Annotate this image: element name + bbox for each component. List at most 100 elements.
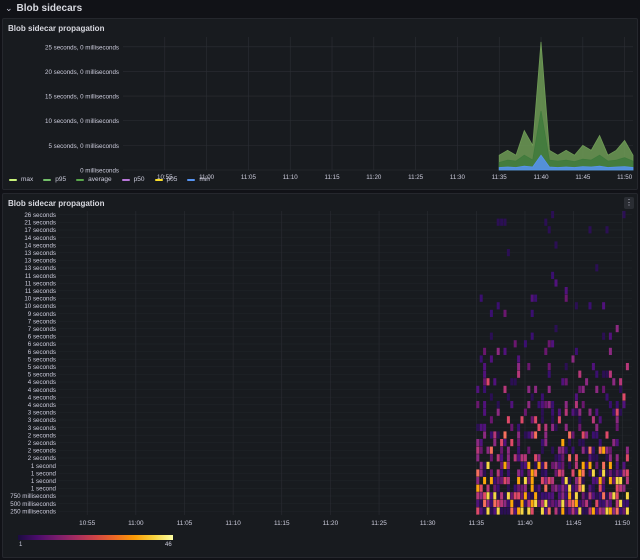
heatmap-cell	[615, 484, 619, 492]
heatmap-cell	[544, 423, 548, 431]
timeseries-panel[interactable]: Blob sidecar propagation 25 seconds, 0 m…	[2, 18, 638, 190]
heatmap-cell	[557, 484, 561, 492]
heatmap-cell	[588, 492, 592, 500]
colorbar-min-label: 1	[19, 542, 23, 548]
legend-item[interactable]: p95	[43, 176, 66, 183]
heatmap-cell	[496, 454, 500, 462]
series-area-average	[498, 110, 634, 171]
heatmap-cell	[561, 507, 565, 515]
heatmap-cell	[489, 499, 493, 507]
heatmap-cell	[591, 477, 595, 485]
heatmap-cell	[513, 499, 517, 507]
heatmap-cell	[486, 378, 490, 386]
heatmap-cell	[602, 469, 606, 477]
timeseries-legend: max p95 average p50 p05 min	[9, 176, 210, 183]
heatmap-cell	[619, 484, 623, 492]
heatmap-cell	[530, 431, 534, 439]
heatmap-cell	[605, 469, 609, 477]
heatmap-cell	[513, 507, 517, 515]
heatmap-cell	[489, 355, 493, 363]
chevron-down-icon[interactable]: ⌄	[5, 3, 13, 14]
heatmap-cell	[557, 507, 561, 515]
legend-item[interactable]: max	[9, 176, 33, 183]
heatmap-cell	[479, 439, 483, 447]
heatmap-cell	[585, 507, 589, 515]
row-header-blob-sidecars[interactable]: ⌄ Blob sidecars	[0, 0, 640, 16]
y-tick-label: 1 second	[31, 470, 57, 477]
legend-label: max	[21, 176, 34, 183]
heatmap-cell	[598, 469, 602, 477]
heatmap-cell	[527, 363, 531, 371]
y-tick-label: 3 seconds	[28, 425, 56, 432]
heatmap-cell	[520, 507, 524, 515]
y-tick-label: 20 seconds, 0 milliseconds	[45, 69, 119, 76]
heatmap-cell	[619, 499, 623, 507]
heatmap-cell	[489, 454, 493, 462]
heatmap-cell	[544, 431, 548, 439]
x-tick-label: 11:20	[323, 520, 339, 527]
heatmap-cell	[551, 423, 555, 431]
heatmap-cell	[527, 401, 531, 409]
heatmap-cell	[574, 499, 578, 507]
row-title: Blob sidecars	[16, 2, 83, 14]
heatmap-cell	[574, 477, 578, 485]
heatmap-cell	[493, 492, 497, 500]
heatmap-cell	[476, 454, 480, 462]
heatmap-cell	[605, 507, 609, 515]
heatmap-cell	[615, 408, 619, 416]
legend-swatch	[187, 178, 196, 181]
heatmap-cell	[602, 385, 606, 393]
heatmap-cell	[581, 431, 585, 439]
y-tick-label: 17 seconds	[24, 227, 56, 234]
heatmap-cell	[534, 416, 538, 424]
heatmap-cell	[581, 439, 585, 447]
legend-item[interactable]: min	[187, 176, 210, 183]
heatmap-cell	[551, 446, 555, 454]
legend-swatch	[9, 178, 17, 181]
heatmap-cell	[547, 370, 551, 378]
heatmap-cell	[500, 507, 504, 515]
heatmap-cell	[517, 439, 521, 447]
heatmap-cell	[581, 446, 585, 454]
heatmap-cell	[581, 499, 585, 507]
heatmap-cell	[479, 423, 483, 431]
heatmap-cell	[547, 492, 551, 500]
heatmap-cell	[483, 431, 487, 439]
heatmap-cell	[517, 370, 521, 378]
heatmap-cell	[483, 401, 487, 409]
heatmap-cell	[585, 446, 589, 454]
heatmap-cell	[554, 241, 558, 249]
legend-item[interactable]: average	[76, 176, 112, 183]
heatmap-cell	[527, 385, 531, 393]
heatmap-cell	[483, 378, 487, 386]
heatmap-cell	[551, 340, 555, 348]
heatmap-cell	[510, 423, 514, 431]
heatmap-cell	[527, 469, 531, 477]
heatmap-cell	[578, 423, 582, 431]
heatmap-cell	[578, 439, 582, 447]
x-tick-label: 11:45	[566, 520, 582, 527]
heatmap-cell	[574, 507, 578, 515]
legend-item[interactable]: p50	[121, 176, 145, 183]
heatmap-cell	[591, 492, 595, 500]
heatmap-cell	[493, 378, 497, 386]
heatmap-cell	[602, 484, 606, 492]
heatmap-cell	[547, 507, 551, 515]
heatmap-cell	[608, 469, 612, 477]
heatmap-cell	[612, 477, 616, 485]
heatmap-cell	[476, 499, 480, 507]
heatmap-cell	[554, 507, 558, 515]
heatmap-cell	[574, 401, 578, 409]
y-tick-label: 3 seconds	[28, 410, 56, 417]
heatmap-cell	[523, 477, 527, 485]
heatmap-cell	[574, 492, 578, 500]
legend-item[interactable]: p05	[154, 176, 177, 183]
heatmap-cell	[554, 469, 558, 477]
heatmap-colorbar	[18, 535, 173, 540]
heatmap-cell	[605, 492, 609, 500]
heatmap-cell	[534, 385, 538, 393]
heatmap-cell	[561, 378, 565, 386]
heatmap-cell	[581, 469, 585, 477]
x-tick-label: 11:15	[274, 520, 290, 527]
heatmap-cell	[595, 454, 599, 462]
